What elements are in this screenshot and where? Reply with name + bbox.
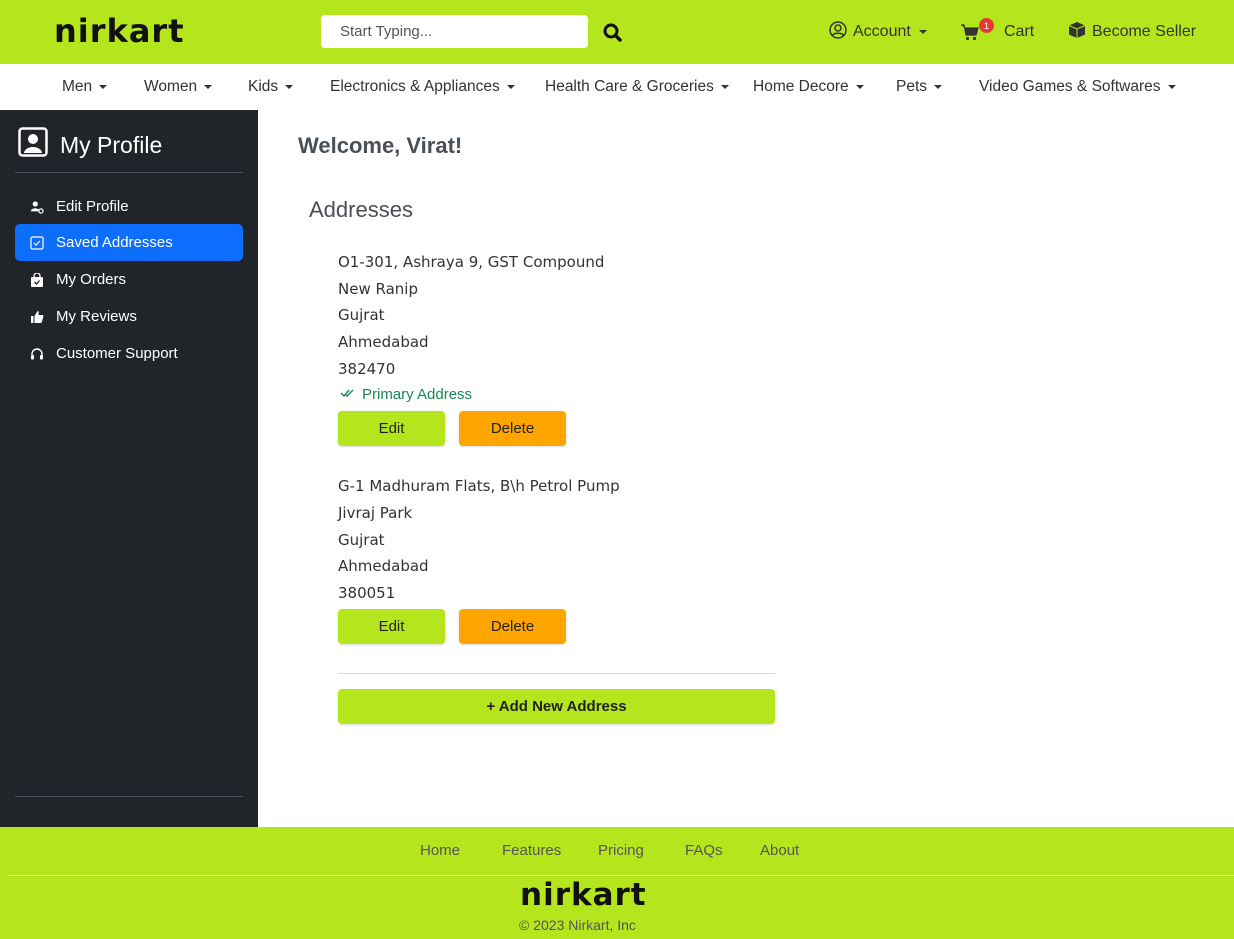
account-label: Account (853, 23, 911, 40)
chevron-down-icon (918, 30, 927, 34)
primary-address-badge: Primary Address (340, 386, 472, 403)
cart-count-badge: 1 (979, 18, 994, 33)
search-icon[interactable] (600, 20, 626, 46)
sidebar-divider (15, 172, 243, 173)
footer-link-features[interactable]: Features (502, 842, 561, 859)
brand-logo[interactable]: nirkart (54, 12, 184, 50)
search-input[interactable] (321, 15, 588, 48)
category-electronics[interactable]: Electronics & Appliances (330, 78, 515, 96)
footer-link-home[interactable]: Home (420, 842, 460, 859)
double-check-icon (340, 386, 356, 403)
cart-icon: 1 (960, 18, 994, 42)
profile-icon (18, 127, 48, 163)
user-gear-icon (30, 200, 44, 214)
chevron-down-icon (1167, 85, 1176, 89)
address-2-line-4: Ahmedabad (338, 557, 429, 575)
welcome-heading: Welcome, Virat! (298, 133, 463, 158)
sidebar-bottom-divider (15, 796, 243, 797)
primary-address-label: Primary Address (362, 386, 473, 403)
sidebar-item-customer-support[interactable]: Customer Support (15, 335, 243, 372)
sidebar-item-edit-profile[interactable]: Edit Profile (15, 188, 243, 225)
category-men[interactable]: Men (62, 78, 108, 96)
address-2-line-1: G-1 Madhuram Flats, B\h Petrol Pump (338, 477, 620, 495)
category-pets[interactable]: Pets (896, 78, 943, 96)
sidebar-item-saved-addresses[interactable]: Saved Addresses (15, 224, 243, 261)
cart-link[interactable]: 1 Cart (960, 18, 1035, 44)
become-seller-link[interactable]: Become Seller (1068, 20, 1196, 44)
edit-address-2-button[interactable]: Edit (338, 609, 445, 644)
edit-address-1-button[interactable]: Edit (338, 411, 445, 446)
chevron-down-icon (285, 85, 294, 89)
copyright-text: © 2023 Nirkart, Inc (519, 917, 636, 933)
thumbs-up-icon (30, 310, 44, 324)
address-2-line-2: Jivraj Park (338, 504, 413, 522)
footer-divider (8, 875, 1234, 876)
box-icon (1068, 21, 1086, 44)
footer-link-faqs[interactable]: FAQs (685, 842, 723, 859)
delete-address-2-button[interactable]: Delete (459, 609, 566, 644)
become-seller-label: Become Seller (1092, 23, 1197, 40)
chevron-down-icon (99, 85, 108, 89)
chevron-down-icon (934, 85, 943, 89)
category-nav: Men Women Kids Electronics & Appliances … (0, 64, 1234, 110)
category-women[interactable]: Women (144, 78, 213, 96)
chevron-down-icon (204, 85, 213, 89)
address-2-line-3: Gujrat (338, 531, 385, 549)
address-1-line-5: 382470 (338, 360, 396, 378)
category-health-care[interactable]: Health Care & Groceries (545, 78, 729, 96)
shopping-bag-icon (30, 272, 44, 287)
category-home-decore[interactable]: Home Decore (753, 78, 864, 96)
address-1-line-2: New Ranip (338, 280, 418, 298)
footer-link-about[interactable]: About (760, 842, 799, 859)
add-new-address-button[interactable]: + Add New Address (338, 689, 775, 724)
footer-link-pricing[interactable]: Pricing (598, 842, 644, 859)
address-1-line-1: O1-301, Ashraya 9, GST Compound (338, 253, 605, 271)
category-video-games[interactable]: Video Games & Softwares (979, 78, 1176, 96)
addresses-title: Addresses (309, 197, 413, 222)
chevron-down-icon (720, 85, 729, 89)
delete-address-1-button[interactable]: Delete (459, 411, 566, 446)
headset-icon (30, 347, 44, 361)
cart-label: Cart (1004, 23, 1035, 40)
top-header: nirkart Account 1 Cart Become Seller (0, 0, 1234, 64)
address-card-icon (30, 235, 44, 250)
footer: Home Features Pricing FAQs About nirkart… (0, 827, 1234, 939)
sidebar-header: My Profile (18, 127, 162, 163)
sidebar-title: My Profile (60, 131, 163, 158)
chevron-down-icon (855, 85, 864, 89)
address-1-line-4: Ahmedabad (338, 333, 429, 351)
account-dropdown[interactable]: Account (829, 20, 927, 44)
chevron-down-icon (506, 85, 515, 89)
user-circle-icon (829, 20, 847, 44)
footer-logo[interactable]: nirkart (520, 877, 647, 913)
profile-sidebar: My Profile Edit Profile Saved Addresses … (0, 110, 258, 827)
category-kids[interactable]: Kids (248, 78, 294, 96)
address-1-line-3: Gujrat (338, 306, 385, 324)
addresses-divider (338, 673, 775, 674)
sidebar-item-my-orders[interactable]: My Orders (15, 261, 243, 298)
sidebar-item-my-reviews[interactable]: My Reviews (15, 298, 243, 335)
address-2-line-5: 380051 (338, 584, 396, 602)
